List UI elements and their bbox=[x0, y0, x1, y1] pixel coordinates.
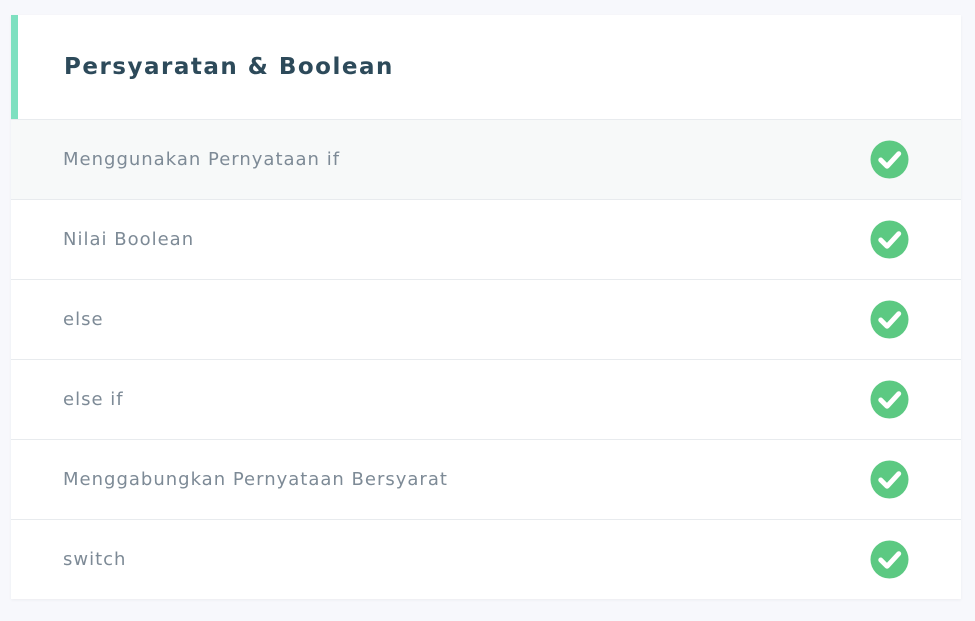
lesson-item-label: else if bbox=[63, 389, 124, 410]
accent-bar bbox=[11, 15, 18, 119]
check-circle-icon bbox=[870, 380, 909, 419]
lesson-item-label: Menggunakan Pernyataan if bbox=[63, 149, 341, 170]
check-circle-icon bbox=[870, 220, 909, 259]
check-circle-icon bbox=[870, 300, 909, 339]
lesson-item-label: switch bbox=[63, 549, 127, 570]
section-header: Persyaratan & Boolean bbox=[11, 15, 961, 120]
lesson-item[interactable]: Menggabungkan Pernyataan Bersyarat bbox=[11, 440, 961, 520]
lesson-item[interactable]: switch bbox=[11, 520, 961, 599]
lesson-section-card: Persyaratan & Boolean Menggunakan Pernya… bbox=[11, 15, 961, 599]
lesson-item[interactable]: else bbox=[11, 280, 961, 360]
check-circle-icon bbox=[870, 140, 909, 179]
lesson-item[interactable]: else if bbox=[11, 360, 961, 440]
lesson-item[interactable]: Menggunakan Pernyataan if bbox=[11, 120, 961, 200]
lesson-item-label: else bbox=[63, 309, 104, 330]
check-circle-icon bbox=[870, 460, 909, 499]
lesson-item-label: Nilai Boolean bbox=[63, 229, 195, 250]
lesson-item[interactable]: Nilai Boolean bbox=[11, 200, 961, 280]
lesson-item-label: Menggabungkan Pernyataan Bersyarat bbox=[63, 469, 448, 490]
lesson-list: Menggunakan Pernyataan if Nilai Boolean el… bbox=[11, 120, 961, 599]
check-circle-icon bbox=[870, 540, 909, 579]
section-title: Persyaratan & Boolean bbox=[64, 54, 394, 80]
